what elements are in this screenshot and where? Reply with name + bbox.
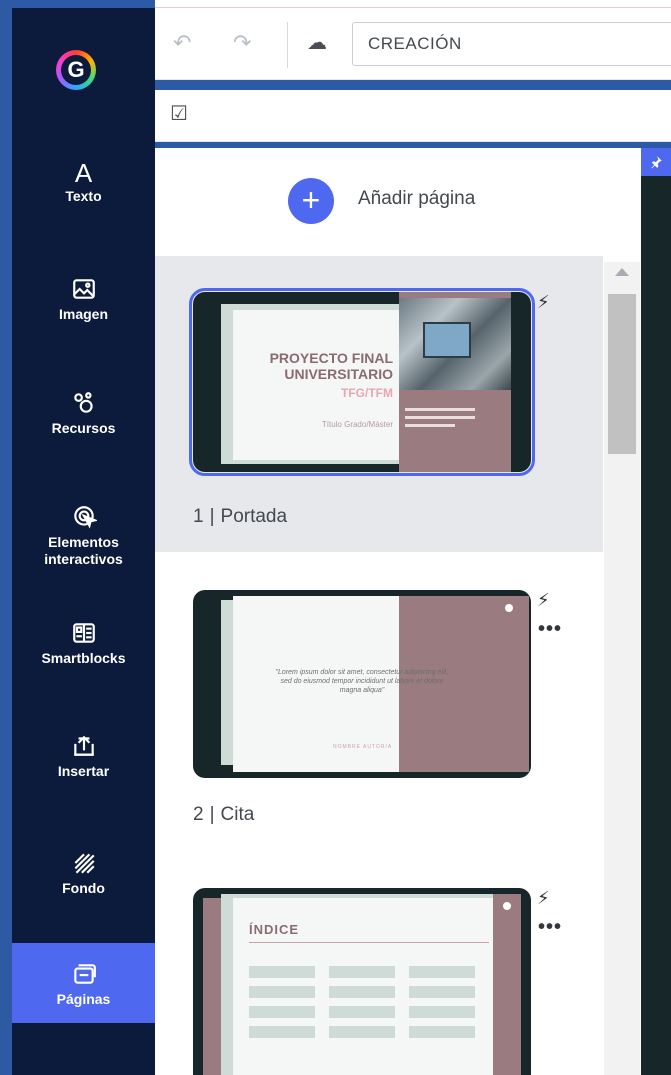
sidebar-item-label: Texto xyxy=(65,188,102,204)
page-separator: | xyxy=(209,506,215,527)
sidebar-item-imagen[interactable]: Imagen xyxy=(12,276,155,346)
thumb-index-cell xyxy=(249,986,315,998)
top-border xyxy=(155,0,671,8)
insert-icon xyxy=(12,733,155,763)
sidebar-item-label: Fondo xyxy=(62,880,105,896)
more-options-icon[interactable]: ••• xyxy=(538,618,562,641)
page-name: Portada xyxy=(220,506,288,527)
page-number: 1 xyxy=(193,506,204,527)
sidebar: G A Texto Imagen Recursos Elementos inte… xyxy=(12,8,155,1075)
thumb-title-line1: PROYECTO FINAL xyxy=(269,350,393,366)
scrollbar-thumb[interactable] xyxy=(608,294,636,454)
redo-button[interactable]: ↷ xyxy=(233,30,251,56)
sidebar-item-fondo[interactable]: Fondo xyxy=(12,850,155,920)
thumb-index-cell xyxy=(249,966,315,978)
pages-panel: + Añadir página PROYECTO FINAL UNIVERSIT… xyxy=(155,148,641,1075)
thumb-index-divider xyxy=(249,942,489,943)
page-item-1[interactable]: PROYECTO FINAL UNIVERSITARIO TFG/TFM Tít… xyxy=(155,256,603,552)
scroll-up-arrow[interactable] xyxy=(615,268,629,276)
thumb-index-cell xyxy=(329,1026,395,1038)
page-list-scrollbar[interactable] xyxy=(604,262,640,1075)
sidebar-item-label: Smartblocks xyxy=(41,650,126,666)
magic-wand-icon[interactable]: ⚡ xyxy=(537,292,550,313)
sidebar-item-label: Recursos xyxy=(51,420,116,436)
thumb-index-title: ÍNDICE xyxy=(249,922,300,937)
thumb-index-cell xyxy=(409,986,475,998)
thumb-text-line xyxy=(405,416,475,419)
canvas-edge xyxy=(641,148,671,1075)
magic-wand-icon[interactable]: ⚡ xyxy=(537,888,550,909)
resources-icon xyxy=(12,390,155,420)
toolbar-divider xyxy=(287,22,288,68)
page-caption: 2 | Cita xyxy=(193,804,254,826)
checklist-icon[interactable]: ☑ xyxy=(170,101,188,126)
thumb-dot xyxy=(503,902,511,910)
app-logo[interactable]: G xyxy=(56,50,96,90)
top-toolbar: ↶ ↷ ☁ CREACIÓN xyxy=(155,8,671,80)
thumb-dot xyxy=(505,604,513,612)
image-icon xyxy=(12,276,155,306)
thumb-monitor xyxy=(423,322,471,358)
sidebar-item-label: Imagen xyxy=(58,306,108,322)
thumb-pink-panel xyxy=(493,894,521,1075)
thumb-text-line xyxy=(405,424,455,427)
sidebar-item-label: Páginas xyxy=(56,991,111,1007)
thumb-subtitle: TFG/TFM xyxy=(341,386,393,400)
pin-icon[interactable] xyxy=(641,148,671,176)
page-thumbnail[interactable]: PROYECTO FINAL UNIVERSITARIO TFG/TFM Tít… xyxy=(189,288,535,476)
sidebar-item-smartblocks[interactable]: Smartblocks xyxy=(12,620,155,690)
sidebar-item-insertar[interactable]: Insertar xyxy=(12,733,155,803)
logo-glyph: G xyxy=(67,57,85,82)
undo-button[interactable]: ↶ xyxy=(173,30,191,56)
thumb-text-line xyxy=(405,408,475,411)
page-item-3[interactable]: ÍNDICE ⚡ ••• xyxy=(155,852,603,1075)
thumb-author: NOMBRE AUTOR/A xyxy=(333,744,393,750)
pages-icon xyxy=(12,961,155,991)
page-thumbnail[interactable]: "Lorem ipsum dolor sit amet, consectetur… xyxy=(193,590,531,778)
thumb-index-cell xyxy=(329,966,395,978)
sidebar-item-label-line1: Elementos xyxy=(48,534,119,550)
add-page-label: Añadir página xyxy=(358,188,476,209)
thumb-index-cell xyxy=(249,1006,315,1018)
page-list: PROYECTO FINAL UNIVERSITARIO TFG/TFM Tít… xyxy=(155,256,603,1075)
page-name: Cita xyxy=(220,804,255,825)
page-caption: 1 | Portada xyxy=(193,506,287,528)
secondary-toolbar: ☑ xyxy=(155,90,671,142)
page-number: 2 xyxy=(193,804,204,825)
more-options-icon[interactable]: ••• xyxy=(538,916,562,939)
thumb-index-cell xyxy=(409,1006,475,1018)
thumb-index-cell xyxy=(329,986,395,998)
sidebar-item-paginas[interactable]: Páginas xyxy=(12,943,155,1023)
background-icon xyxy=(12,850,155,880)
thumb-index-cell xyxy=(409,966,475,978)
window-edge xyxy=(0,0,12,1075)
plus-icon: + xyxy=(288,178,334,224)
thumb-quote: "Lorem ipsum dolor sit amet, consectetur… xyxy=(275,669,449,694)
thumb-index-cell xyxy=(249,1026,315,1038)
project-title-input[interactable]: CREACIÓN xyxy=(352,22,671,66)
page-thumbnail[interactable]: ÍNDICE xyxy=(193,888,531,1075)
sidebar-item-label-line2: interactivos xyxy=(44,551,123,567)
page-separator: | xyxy=(209,804,215,825)
sidebar-item-recursos[interactable]: Recursos xyxy=(12,390,155,460)
magic-wand-icon[interactable]: ⚡ xyxy=(537,590,550,611)
cloud-save-icon[interactable]: ☁ xyxy=(307,30,327,55)
smartblocks-icon xyxy=(12,620,155,650)
thumb-title-line2: UNIVERSITARIO xyxy=(284,366,393,382)
thumb-small-text: Título Grado/Máster xyxy=(321,420,393,429)
sidebar-item-texto[interactable]: A Texto xyxy=(12,158,155,238)
sidebar-item-label: Insertar xyxy=(57,763,110,779)
text-icon: A xyxy=(74,158,93,188)
thumb-sheet xyxy=(233,310,403,460)
thumb-index-cell xyxy=(329,1006,395,1018)
thumb-index-cell xyxy=(409,1026,475,1038)
sidebar-item-elementos-interactivos[interactable]: Elementos interactivos xyxy=(12,504,155,584)
interactive-icon xyxy=(12,504,155,534)
page-item-2[interactable]: "Lorem ipsum dolor sit amet, consectetur… xyxy=(155,552,603,852)
